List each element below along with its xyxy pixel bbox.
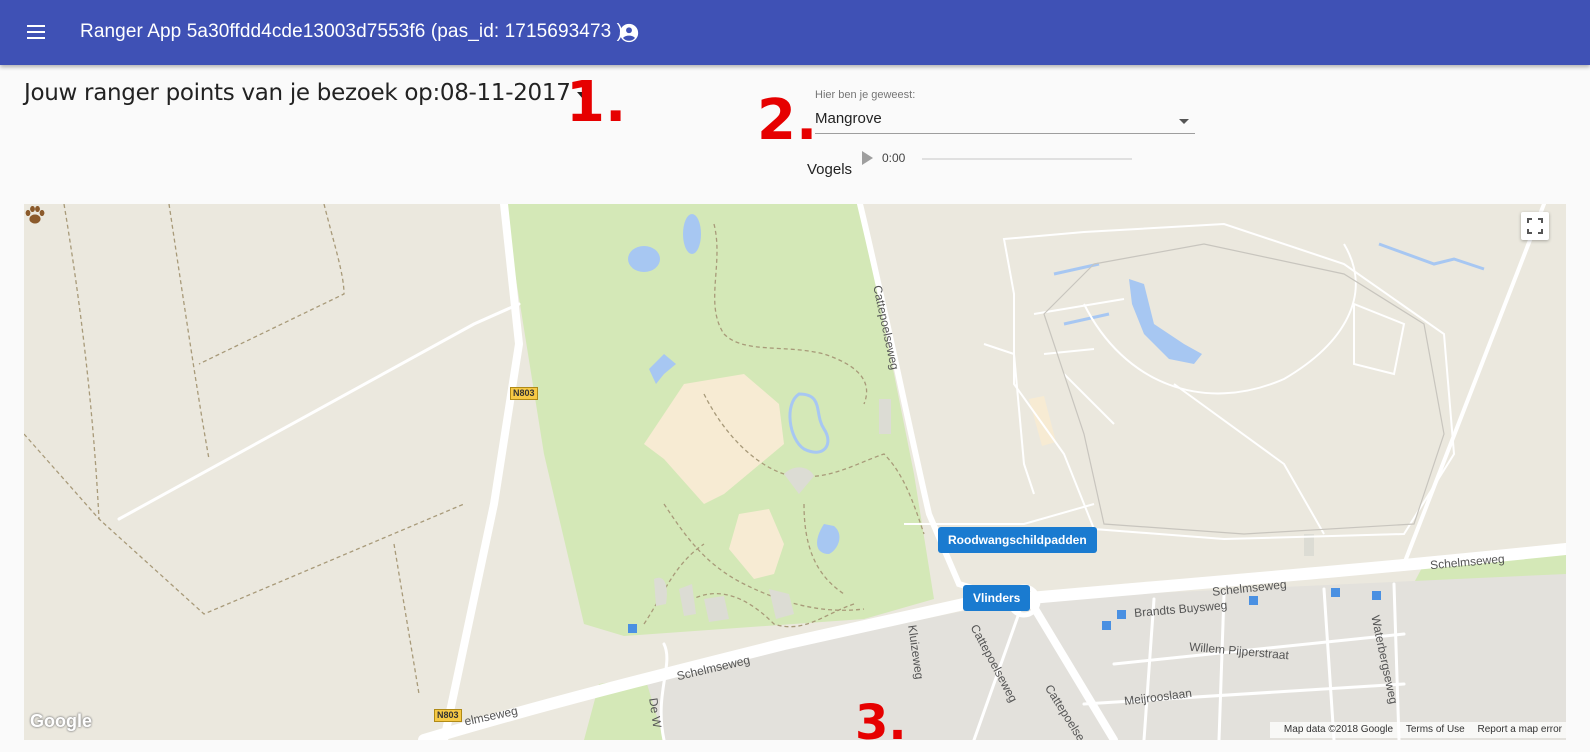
visit-heading: Jouw ranger points van je bezoek op:08-1… — [24, 80, 571, 106]
map[interactable]: 3. Roodwangschildpadden Vlinders Cattepo… — [24, 204, 1566, 740]
audio-time: 0:00 — [882, 151, 906, 165]
marker-label-roodwangschildpadden[interactable]: Roodwangschildpadden — [938, 527, 1097, 553]
menu-icon[interactable] — [24, 20, 48, 44]
annotation-2: 2. — [757, 88, 818, 153]
location-select-value: Mangrove — [815, 110, 882, 127]
route-shield: N803 — [510, 387, 538, 400]
visit-date-dropdown[interactable]: Jouw ranger points van je bezoek op:08-1… — [24, 80, 589, 106]
map-attribution-bar: Map data ©2018 Google Terms of Use Repor… — [1269, 722, 1566, 738]
fullscreen-icon[interactable] — [1521, 212, 1549, 240]
paw-icon[interactable] — [24, 204, 46, 226]
app-title: Ranger App 5a30ffdd4cde13003d7553f6 (pas… — [80, 21, 624, 42]
app-bar: Ranger App 5a30ffdd4cde13003d7553f6 (pas… — [0, 0, 1590, 65]
play-icon[interactable] — [862, 151, 873, 165]
audio-progress-track[interactable] — [922, 158, 1132, 160]
annotation-3: 3. — [855, 695, 907, 740]
location-select-label: Hier ben je geweest: — [815, 89, 916, 101]
map-attribution: Map data ©2018 Google — [1283, 724, 1394, 735]
route-shield: N803 — [434, 709, 462, 722]
marker-label-vlinders[interactable]: Vlinders — [963, 585, 1031, 611]
terms-link[interactable]: Terms of Use — [1406, 724, 1465, 735]
audio-label: Vogels — [807, 161, 853, 178]
annotation-1: 1. — [566, 70, 627, 135]
account-circle-icon[interactable] — [618, 22, 640, 44]
map-canvas — [24, 204, 1566, 740]
chevron-down-icon — [1179, 119, 1189, 124]
report-map-error-link[interactable]: Report a map error — [1478, 724, 1562, 735]
google-logo: Google — [30, 711, 92, 731]
location-select[interactable]: Mangrove — [815, 107, 1195, 134]
